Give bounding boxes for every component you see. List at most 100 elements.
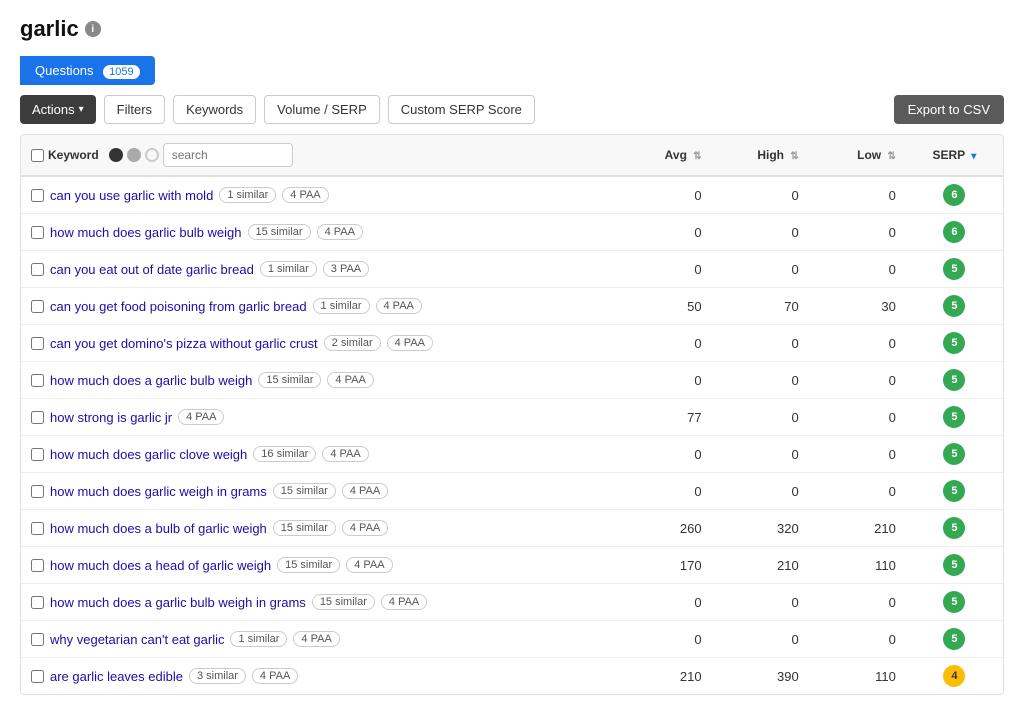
- keyword-text[interactable]: how much does a garlic bulb weigh: [50, 373, 252, 388]
- table-row: how much does a garlic bulb weigh in gra…: [21, 584, 1003, 621]
- table-row: how strong is garlic jr 4 PAA 77 0 0 5: [21, 399, 1003, 436]
- table-row: how much does a garlic bulb weigh 15 sim…: [21, 362, 1003, 399]
- row-checkbox[interactable]: [31, 633, 44, 646]
- col-high-header[interactable]: High ⇅: [712, 135, 809, 176]
- circle-gray-icon: [127, 148, 141, 162]
- serp-badge: 5: [943, 295, 965, 317]
- col-avg-header[interactable]: Avg ⇅: [615, 135, 712, 176]
- high-cell: 0: [712, 473, 809, 510]
- info-icon[interactable]: i: [85, 21, 101, 37]
- serp-badge: 4: [943, 665, 965, 687]
- table-header-row: Keyword Avg ⇅ High ⇅ Low ⇅: [21, 135, 1003, 176]
- low-cell: 0: [809, 325, 906, 362]
- row-checkbox[interactable]: [31, 300, 44, 313]
- serp-badge: 5: [943, 628, 965, 650]
- keyword-text[interactable]: how much does a bulb of garlic weigh: [50, 521, 267, 536]
- table-row: can you get domino's pizza without garli…: [21, 325, 1003, 362]
- row-checkbox[interactable]: [31, 189, 44, 202]
- keyword-text[interactable]: are garlic leaves edible: [50, 669, 183, 684]
- avg-cell: 0: [615, 251, 712, 288]
- volume-button[interactable]: Volume / SERP: [264, 95, 380, 124]
- low-cell: 0: [809, 176, 906, 214]
- avg-cell: 0: [615, 621, 712, 658]
- keyword-tag: 4 PAA: [282, 187, 328, 203]
- keyword-text[interactable]: how much does garlic clove weigh: [50, 447, 247, 462]
- row-checkbox[interactable]: [31, 485, 44, 498]
- row-checkbox[interactable]: [31, 411, 44, 424]
- keyword-tag: 15 similar: [312, 594, 375, 610]
- keyword-tag: 4 PAA: [342, 520, 388, 536]
- keyword-text[interactable]: how much does garlic weigh in grams: [50, 484, 267, 499]
- row-checkbox[interactable]: [31, 448, 44, 461]
- filters-label: Filters: [117, 102, 152, 117]
- filters-button[interactable]: Filters: [104, 95, 165, 124]
- row-checkbox[interactable]: [31, 522, 44, 535]
- keywords-button[interactable]: Keywords: [173, 95, 256, 124]
- tab-questions[interactable]: Questions 1059: [20, 56, 155, 85]
- actions-label: Actions: [32, 102, 75, 117]
- export-button[interactable]: Export to CSV: [894, 95, 1004, 124]
- row-checkbox[interactable]: [31, 596, 44, 609]
- keyword-text[interactable]: can you eat out of date garlic bread: [50, 262, 254, 277]
- keyword-text[interactable]: can you use garlic with mold: [50, 188, 213, 203]
- keyword-tag: 15 similar: [258, 372, 321, 388]
- keyword-cell: how strong is garlic jr 4 PAA: [21, 399, 615, 436]
- keyword-tag: 15 similar: [248, 224, 311, 240]
- keyword-tag: 3 PAA: [323, 261, 369, 277]
- keyword-text[interactable]: how much does a head of garlic weigh: [50, 558, 271, 573]
- keyword-cell: can you eat out of date garlic bread 1 s…: [21, 251, 615, 288]
- keyword-text[interactable]: how much does garlic bulb weigh: [50, 225, 242, 240]
- custom-serp-button[interactable]: Custom SERP Score: [388, 95, 535, 124]
- keyword-text[interactable]: can you get domino's pizza without garli…: [50, 336, 318, 351]
- low-cell: 30: [809, 288, 906, 325]
- row-checkbox[interactable]: [31, 559, 44, 572]
- tabs-row: Questions 1059: [20, 56, 1004, 85]
- serp-badge: 5: [943, 517, 965, 539]
- keyword-text[interactable]: why vegetarian can't eat garlic: [50, 632, 224, 647]
- row-checkbox[interactable]: [31, 263, 44, 276]
- keyword-tag: 4 PAA: [252, 668, 298, 684]
- serp-cell: 6: [906, 176, 1003, 214]
- low-cell: 0: [809, 251, 906, 288]
- serp-cell: 5: [906, 399, 1003, 436]
- keyword-text[interactable]: how strong is garlic jr: [50, 410, 172, 425]
- high-cell: 0: [712, 325, 809, 362]
- serp-cell: 6: [906, 214, 1003, 251]
- circle-empty-icon: [145, 148, 159, 162]
- keyword-cell: can you get food poisoning from garlic b…: [21, 288, 615, 325]
- keyword-col-label: Keyword: [48, 148, 99, 162]
- col-serp-header[interactable]: SERP ▾: [906, 135, 1003, 176]
- keyword-tag: 3 similar: [189, 668, 246, 684]
- keyword-cell: how much does a head of garlic weigh 15 …: [21, 547, 615, 584]
- table-row: how much does garlic clove weigh 16 simi…: [21, 436, 1003, 473]
- tab-questions-label: Questions: [35, 63, 94, 78]
- serp-cell: 5: [906, 621, 1003, 658]
- serp-sort-icon: ▾: [971, 151, 976, 162]
- actions-button[interactable]: Actions ▾: [20, 95, 96, 124]
- keyword-tag: 4 PAA: [322, 446, 368, 462]
- high-cell: 0: [712, 399, 809, 436]
- keyword-tag: 15 similar: [273, 483, 336, 499]
- serp-cell: 5: [906, 288, 1003, 325]
- keyword-tag: 1 similar: [230, 631, 287, 647]
- select-all-checkbox[interactable]: [31, 149, 44, 162]
- serp-badge: 5: [943, 332, 965, 354]
- low-cell: 0: [809, 436, 906, 473]
- row-checkbox[interactable]: [31, 226, 44, 239]
- row-checkbox[interactable]: [31, 670, 44, 683]
- col-low-header[interactable]: Low ⇅: [809, 135, 906, 176]
- serp-badge: 5: [943, 406, 965, 428]
- keyword-tag: 4 PAA: [381, 594, 427, 610]
- keyword-text[interactable]: can you get food poisoning from garlic b…: [50, 299, 307, 314]
- keywords-label: Keywords: [186, 102, 243, 117]
- keyword-text[interactable]: how much does a garlic bulb weigh in gra…: [50, 595, 306, 610]
- volume-label: Volume / SERP: [277, 102, 367, 117]
- avg-cell: 77: [615, 399, 712, 436]
- search-input[interactable]: [163, 143, 293, 167]
- keyword-tag: 4 PAA: [178, 409, 224, 425]
- table-row: can you eat out of date garlic bread 1 s…: [21, 251, 1003, 288]
- avg-cell: 0: [615, 176, 712, 214]
- row-checkbox[interactable]: [31, 374, 44, 387]
- title-text: garlic: [20, 16, 79, 42]
- row-checkbox[interactable]: [31, 337, 44, 350]
